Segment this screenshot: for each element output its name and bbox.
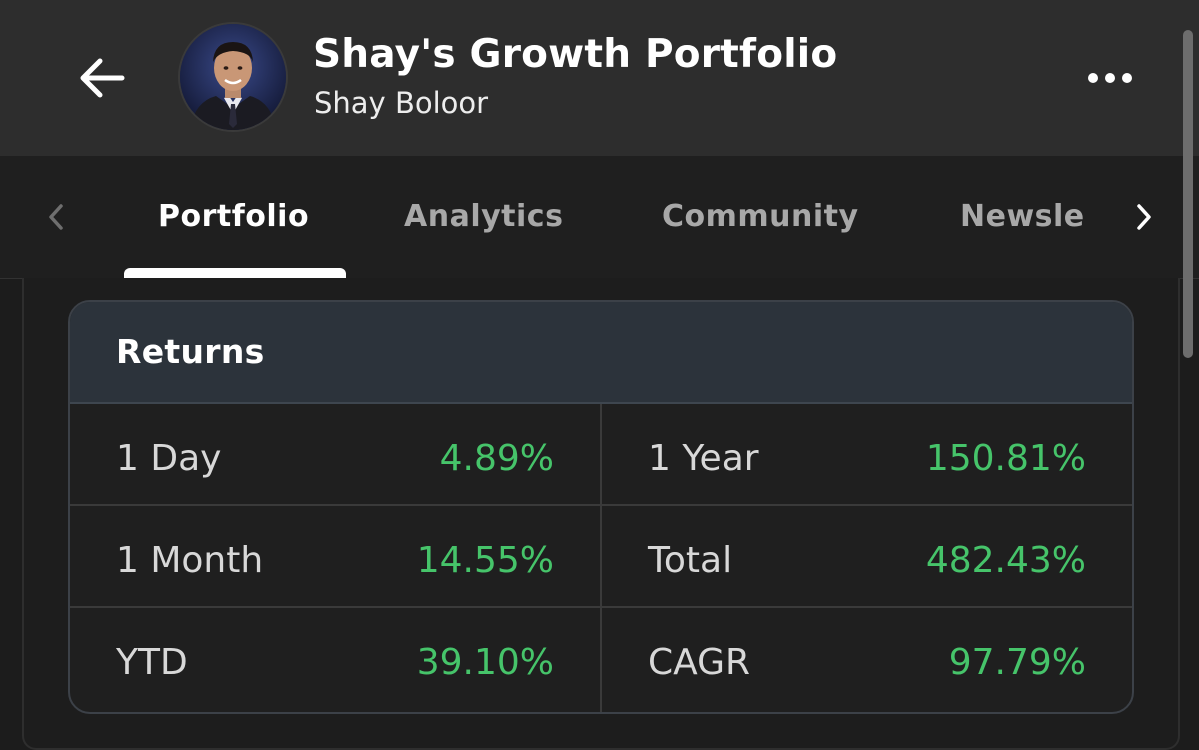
return-label: 1 Day xyxy=(116,438,222,479)
return-label: 1 Month xyxy=(116,540,264,581)
return-value: 482.43% xyxy=(925,540,1086,581)
return-label: YTD xyxy=(116,642,188,683)
return-cell-1-year: 1 Year 150.81% xyxy=(602,404,1132,504)
profile-photo xyxy=(180,24,286,130)
tabs-prev-button[interactable] xyxy=(36,194,76,240)
column-divider xyxy=(600,404,602,712)
return-cell-1-day: 1 Day 4.89% xyxy=(70,404,600,504)
chevron-right-icon xyxy=(1137,204,1151,230)
more-dot-icon xyxy=(1122,73,1132,83)
returns-card: Returns 1 Day 4.89% 1 Year 150.81% 1 Mon… xyxy=(68,300,1134,714)
tab-community[interactable]: Community xyxy=(662,194,859,240)
tab-newsletter[interactable]: Newsle xyxy=(960,194,1085,240)
more-dot-icon xyxy=(1105,73,1115,83)
chevron-left-icon xyxy=(49,204,63,230)
return-cell-ytd: YTD 39.10% xyxy=(70,608,600,708)
avatar[interactable] xyxy=(180,24,286,130)
return-cell-1-month: 1 Month 14.55% xyxy=(70,506,600,606)
return-label: Total xyxy=(648,540,733,581)
return-label: CAGR xyxy=(648,642,751,683)
back-button[interactable] xyxy=(72,50,132,106)
active-tab-indicator xyxy=(124,268,346,278)
return-value: 150.81% xyxy=(925,438,1086,479)
returns-grid: 1 Day 4.89% 1 Year 150.81% 1 Month 14.55… xyxy=(70,404,1132,712)
portfolio-title: Shay's Growth Portfolio xyxy=(313,32,838,77)
tab-analytics[interactable]: Analytics xyxy=(404,194,563,240)
returns-card-header: Returns xyxy=(70,302,1132,404)
tab-portfolio[interactable]: Portfolio xyxy=(158,194,309,240)
more-dot-icon xyxy=(1088,73,1098,83)
return-value: 97.79% xyxy=(948,642,1086,683)
return-value: 39.10% xyxy=(416,642,554,683)
owner-name[interactable]: Shay Boloor xyxy=(314,86,488,120)
return-value: 14.55% xyxy=(416,540,554,581)
return-value: 4.89% xyxy=(439,438,554,479)
tab-bar: Portfolio Analytics Community Newsle xyxy=(0,156,1199,279)
more-options-button[interactable] xyxy=(1082,62,1138,94)
arrow-left-icon xyxy=(80,58,125,98)
tabs-next-button[interactable] xyxy=(1124,194,1164,240)
return-cell-cagr: CAGR 97.79% xyxy=(602,608,1132,708)
return-label: 1 Year xyxy=(648,438,759,479)
scrollbar[interactable] xyxy=(1183,30,1193,358)
returns-title: Returns xyxy=(116,332,265,371)
app-header: Shay's Growth Portfolio Shay Boloor xyxy=(0,0,1199,156)
return-cell-total: Total 482.43% xyxy=(602,506,1132,606)
